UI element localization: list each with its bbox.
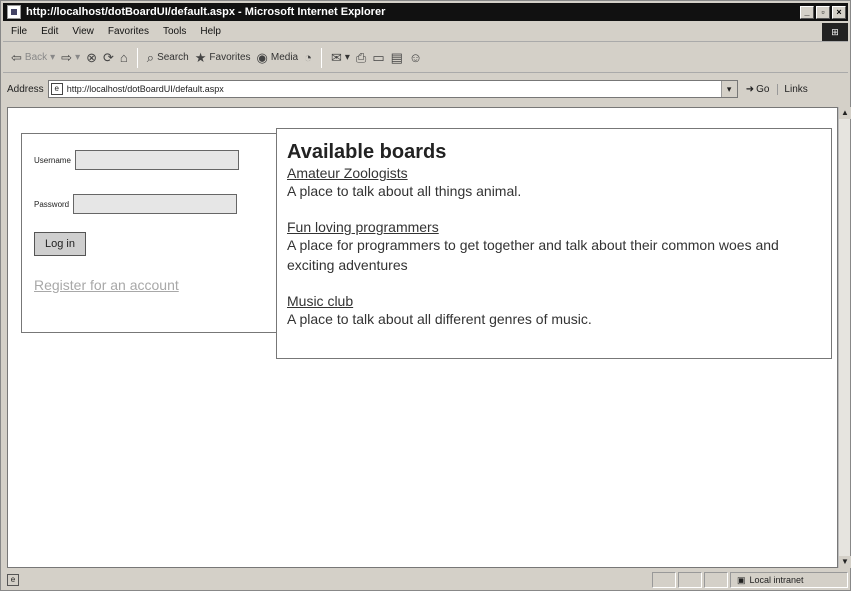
links-button[interactable]: Links <box>777 83 808 95</box>
stop-icon: ⊗ <box>86 49 98 65</box>
browser-window: http://localhost/dotBoardUI/default.aspx… <box>0 0 851 591</box>
intranet-icon: ▣ <box>737 574 746 585</box>
standard-toolbar: ⇦ Back ▾ ⇨ ▾ ⊗ ⟳ ⌂ ⌕ Search ★ Favorites … <box>3 43 848 73</box>
media-icon: ◉ <box>256 49 268 65</box>
chevron-down-icon: ▾ <box>344 52 350 63</box>
discuss-icon: ▤ <box>390 49 403 65</box>
search-button[interactable]: ⌕ Search <box>147 50 189 66</box>
page-icon: e <box>50 83 63 95</box>
go-label: Go <box>756 83 770 95</box>
vertical-scrollbar[interactable]: ▲ ▼ <box>838 107 851 568</box>
forward-arrow-icon: ⇨ <box>61 49 73 65</box>
stop-button[interactable]: ⊗ <box>86 50 97 66</box>
toolbar-separator <box>320 47 322 68</box>
password-label: Password <box>34 199 70 209</box>
minimize-button[interactable]: _ <box>800 5 814 19</box>
status-panel <box>678 572 702 588</box>
mail-icon: ✉ <box>330 49 342 65</box>
scroll-up-button[interactable]: ▲ <box>839 107 851 119</box>
password-input[interactable] <box>73 194 238 214</box>
board-item: Fun loving programmers A place for progr… <box>287 219 821 275</box>
security-zone: ▣ Local intranet <box>730 572 848 588</box>
menu-view[interactable]: View <box>72 26 94 37</box>
chevron-down-icon: ▾ <box>50 52 56 63</box>
address-url: http://localhost/dotBoardUI/default.aspx <box>66 84 224 94</box>
board-link[interactable]: Amateur Zoologists <box>287 165 821 181</box>
go-arrow-icon: ➜ <box>745 83 755 95</box>
windows-logo-icon: ⊞ <box>822 22 848 41</box>
board-description: A place to talk about all things animal. <box>287 183 522 199</box>
username-input[interactable] <box>74 150 239 170</box>
register-link[interactable]: Register for an account <box>34 277 179 293</box>
status-panel <box>704 572 728 588</box>
status-panel <box>652 572 676 588</box>
boards-panel: Available boards Amateur Zoologists A pl… <box>276 128 832 359</box>
discuss-button[interactable]: ▤ <box>391 50 403 66</box>
toolbar-separator <box>136 47 138 68</box>
address-bar: Address e http://localhost/dotBoardUI/de… <box>3 77 848 101</box>
refresh-icon: ⟳ <box>103 49 114 65</box>
window-controls: _ ▫ × <box>800 5 846 19</box>
forward-button[interactable]: ⇨ ▾ <box>61 50 80 66</box>
board-description: A place for programmers to get together … <box>287 237 779 273</box>
address-label: Address <box>7 83 44 95</box>
page-done-icon: e <box>7 574 19 586</box>
scroll-down-button[interactable]: ▼ <box>839 556 851 568</box>
history-icon: ◔ <box>304 50 312 65</box>
ie-page-icon <box>7 5 21 19</box>
status-bar: e ▣ Local intranet <box>3 571 848 589</box>
menu-bar: File Edit View Favorites Tools Help ⊞ <box>3 22 848 42</box>
zone-label: Local intranet <box>749 575 804 585</box>
status-panels: ▣ Local intranet <box>652 572 848 588</box>
username-row: Username <box>34 150 239 170</box>
print-icon: ⎙ <box>355 49 367 65</box>
menu-file[interactable]: File <box>11 26 27 37</box>
back-button[interactable]: ⇦ Back ▾ <box>11 50 55 66</box>
title-bar: http://localhost/dotBoardUI/default.aspx… <box>3 3 848 21</box>
go-button[interactable]: ➜ Go <box>746 84 770 95</box>
boards-title: Available boards <box>287 141 447 163</box>
menu-favorites[interactable]: Favorites <box>108 26 149 37</box>
menu-tools[interactable]: Tools <box>163 26 186 37</box>
board-item: Amateur Zoologists A place to talk about… <box>287 165 821 201</box>
edit-page-button[interactable]: ▭ <box>372 50 384 66</box>
chevron-down-icon: ▾ <box>75 52 81 63</box>
mail-button[interactable]: ✉ ▾ <box>331 50 350 66</box>
search-icon: ⌕ <box>146 49 155 65</box>
login-panel: Username Password Log in Register for an… <box>21 133 279 333</box>
address-dropdown-button[interactable]: ▾ <box>720 81 737 97</box>
edit-icon: ▭ <box>372 49 385 65</box>
page-content: Username Password Log in Register for an… <box>7 107 838 568</box>
messenger-button[interactable]: ☺ <box>409 50 422 65</box>
favorites-icon: ★ <box>194 49 207 65</box>
window-title: http://localhost/dotBoardUI/default.aspx… <box>26 6 386 18</box>
search-label: Search <box>157 52 189 63</box>
menu-edit[interactable]: Edit <box>41 26 58 37</box>
messenger-icon: ☺ <box>408 50 423 65</box>
close-button[interactable]: × <box>832 5 846 19</box>
menu-help[interactable]: Help <box>200 26 221 37</box>
password-row: Password <box>34 194 238 214</box>
home-icon: ⌂ <box>119 50 128 65</box>
maximize-button[interactable]: ▫ <box>816 5 830 19</box>
media-button[interactable]: ◉ Media <box>257 50 299 66</box>
board-link[interactable]: Music club <box>287 293 821 309</box>
login-button[interactable]: Log in <box>34 232 86 256</box>
print-button[interactable]: ⎙ <box>356 50 366 66</box>
username-label: Username <box>34 155 71 165</box>
back-arrow-icon: ⇦ <box>11 49 22 65</box>
favorites-label: Favorites <box>209 52 251 63</box>
board-description: A place to talk about all different genr… <box>287 311 592 327</box>
history-button[interactable]: ◔ <box>304 50 312 65</box>
board-link[interactable]: Fun loving programmers <box>287 219 821 235</box>
favorites-button[interactable]: ★ Favorites <box>195 50 251 66</box>
refresh-button[interactable]: ⟳ <box>103 50 114 66</box>
home-button[interactable]: ⌂ <box>120 50 128 65</box>
address-input[interactable]: e http://localhost/dotBoardUI/default.as… <box>47 80 738 98</box>
back-label: Back <box>24 52 48 63</box>
board-item: Music club A place to talk about all dif… <box>287 293 821 329</box>
media-label: Media <box>270 52 299 63</box>
